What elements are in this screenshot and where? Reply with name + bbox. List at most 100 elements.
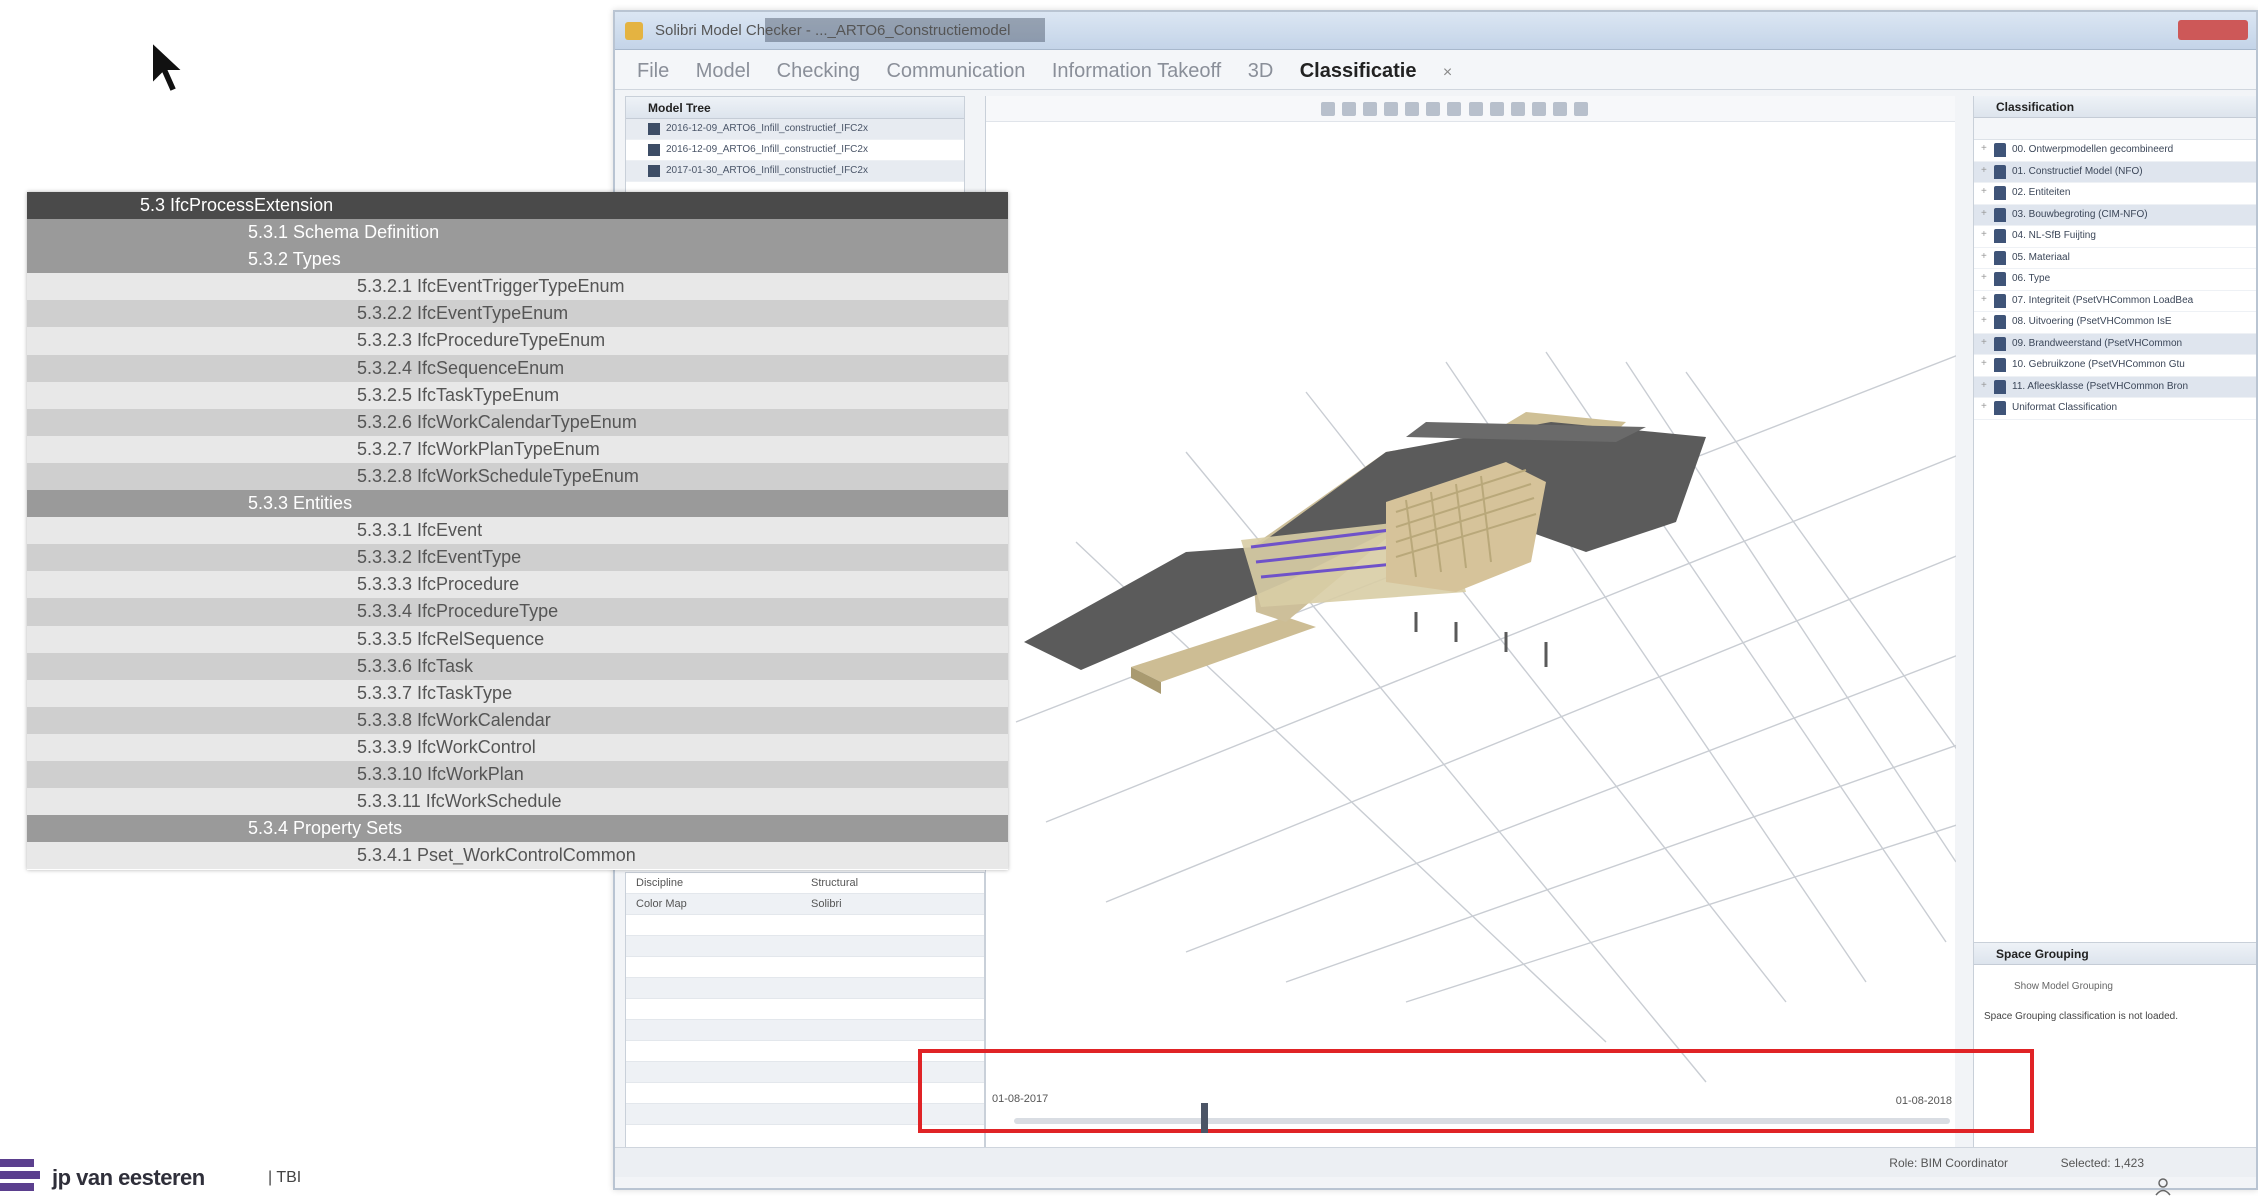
ifc-table-row: 5.3.3.9 IfcWorkControl <box>27 733 1008 761</box>
model-tree-header: Model Tree <box>626 97 964 119</box>
ifc-table-row-text: 5.3.3.3 IfcProcedure <box>357 574 520 595</box>
ifc-table-row-text: 5.3.1 Schema Definition <box>248 222 440 243</box>
ifc-table-row-text: 5.3.4.1 Pset_WorkControlCommon <box>357 845 636 866</box>
ifc-table-row-text: 5.3.2.2 IfcEventTypeEnum <box>357 303 569 324</box>
classification-item[interactable]: +04. NL-SfB Fuijting <box>1974 226 2256 248</box>
ifc-table-row: 5.3.2.7 IfcWorkPlanTypeEnum <box>27 435 1008 463</box>
expand-icon[interactable]: + <box>1981 315 1987 326</box>
classification-item[interactable]: +06. Type <box>1974 269 2256 291</box>
expand-icon[interactable]: + <box>1981 294 1987 305</box>
window-close-button[interactable] <box>2178 20 2248 40</box>
view-side-icon[interactable] <box>1405 102 1420 116</box>
select-tool-icon[interactable] <box>1321 102 1336 116</box>
classification-item[interactable]: +00. Ontwerpmodellen gecombineerd <box>1974 140 2256 162</box>
ifc-table-row-text: 5.3.2.5 IfcTaskTypeEnum <box>357 384 560 405</box>
menu-communication[interactable]: Communication <box>886 60 1025 83</box>
expand-icon[interactable]: + <box>1981 143 1987 154</box>
ifc-table-row-text: 5.3.2.7 IfcWorkPlanTypeEnum <box>357 438 600 459</box>
classification-item-label: 08. Uitvoering (PsetVHCommon IsE <box>2012 316 2172 327</box>
classification-item[interactable]: +02. Entiteiten <box>1974 183 2256 205</box>
hide-icon[interactable] <box>1552 102 1567 116</box>
classification-toolbar <box>1974 118 2256 140</box>
classification-item[interactable]: +05. Materiaal <box>1974 248 2256 269</box>
expand-icon[interactable]: + <box>1981 208 1987 219</box>
tab-close-icon[interactable]: × <box>1443 64 1452 82</box>
menu-file[interactable]: File <box>637 60 669 83</box>
expand-icon[interactable]: + <box>1981 251 1987 262</box>
3d-viewer[interactable] <box>985 96 1956 1176</box>
classification-item-label: 10. Gebruikzone (PsetVHCommon Gtu <box>2012 359 2185 370</box>
model-file-icon <box>648 144 660 156</box>
ifc-table-row-text: 5.3.3.9 IfcWorkControl <box>357 736 536 757</box>
settings-icon[interactable] <box>1573 102 1588 116</box>
classification-item-label: 07. Integriteit (PsetVHCommon LoadBea <box>2012 294 2194 306</box>
ifc-table-row: 5.3.3.6 IfcTask <box>27 652 1008 680</box>
classification-item[interactable]: +11. Afleesklasse (PsetVHCommon Bron <box>1974 376 2256 398</box>
timeline-slider-handle[interactable] <box>1201 1103 1209 1133</box>
model-tree-item[interactable]: 2017-01-30_ARTO6_Infill_constructief_IFC… <box>626 161 964 182</box>
ifc-table-row-text: 5.3.3.4 IfcProcedureType <box>357 601 559 622</box>
menu-classificatie[interactable]: Classificatie <box>1300 60 1417 83</box>
spin-tool-icon[interactable] <box>1342 102 1357 116</box>
menu-model[interactable]: Model <box>696 60 750 83</box>
classification-item-label: 01. Constructief Model (NFO) <box>2012 165 2143 177</box>
menu-information-takeoff[interactable]: Information Takeoff <box>1052 60 1221 83</box>
classification-icon <box>1994 401 2006 415</box>
expand-icon[interactable]: + <box>1981 358 1987 369</box>
classification-icon <box>1994 358 2006 372</box>
show-model-grouping-checkbox[interactable]: Show Model Grouping <box>2014 981 2113 992</box>
expand-icon[interactable]: + <box>1981 229 1987 240</box>
expand-icon[interactable]: + <box>1981 337 1987 348</box>
expand-icon[interactable]: + <box>1981 380 1987 391</box>
classification-icon <box>1994 379 2006 394</box>
ifc-table-row: 5.3.3.2 IfcEventType <box>27 544 1008 572</box>
classification-item-label: 06. Type <box>2012 273 2051 284</box>
ifc-table-row: 5.3.2.5 IfcTaskTypeEnum <box>27 381 1008 409</box>
zoom-in-icon[interactable] <box>1447 102 1462 116</box>
expand-icon[interactable]: + <box>1981 165 1987 176</box>
classification-icon <box>1994 143 2006 157</box>
classification-item-label: Uniformat Classification <box>2012 402 2118 413</box>
ifc-table-row: 5.3 IfcProcessExtension <box>27 192 1008 220</box>
model-tree-item[interactable]: 2016-12-09_ARTO6_Infill_constructief_IFC… <box>626 140 964 161</box>
classification-item[interactable]: +08. Uitvoering (PsetVHCommon IsE <box>1974 312 2256 334</box>
classification-item[interactable]: +01. Constructief Model (NFO) <box>1974 161 2256 183</box>
expand-icon[interactable]: + <box>1981 401 1987 412</box>
classification-icon <box>1994 336 2006 351</box>
zoom-out-icon[interactable] <box>1468 102 1483 116</box>
classification-item[interactable]: +07. Integriteit (PsetVHCommon LoadBea <box>1974 291 2256 312</box>
viewer-toolbar <box>986 96 1955 122</box>
classification-icon <box>1994 229 2006 243</box>
ifc-table-row: 5.3.1 Schema Definition <box>27 219 1008 247</box>
classification-item[interactable]: + Uniformat Classification <box>1974 398 2256 420</box>
classification-item[interactable]: +10. Gebruikzone (PsetVHCommon Gtu <box>1974 355 2256 377</box>
ifc-table-row-text: 5.3 IfcProcessExtension <box>140 195 334 215</box>
menu-checking[interactable]: Checking <box>777 60 860 83</box>
timeline-track[interactable] <box>1014 1118 1950 1124</box>
ifc-table-row-text: 5.3.3.6 IfcTask <box>357 655 474 676</box>
expand-icon[interactable]: + <box>1981 272 1987 283</box>
section-icon[interactable] <box>1531 102 1546 116</box>
ifc-table-row: 5.3.2.4 IfcSequenceEnum <box>27 354 1008 382</box>
timeline-slider-highlight: 01-08-2017 01-08-2018 <box>918 1049 2034 1133</box>
classification-item[interactable]: +09. Brandweerstand (PsetVHCommon <box>1974 333 2256 355</box>
classification-item-label: 09. Brandweerstand (PsetVHCommon <box>2012 337 2183 349</box>
zoom-extents-icon[interactable] <box>1489 102 1504 116</box>
measure-icon[interactable] <box>1510 102 1525 116</box>
info-tool-icon[interactable] <box>1363 102 1378 116</box>
ifc-table-row-text: 5.3.3.2 IfcEventType <box>357 547 522 568</box>
expand-icon[interactable]: + <box>1981 186 1987 197</box>
view-front-icon[interactable] <box>1384 102 1399 116</box>
view-top-icon[interactable] <box>1426 102 1441 116</box>
property-row: Discipline Structural <box>626 873 984 894</box>
person-icon <box>2155 1178 2171 1196</box>
model-tree-item[interactable]: 2016-12-09_ARTO6_Infill_constructief_IFC… <box>626 119 964 140</box>
classification-item[interactable]: +03. Bouwbegroting (CIM-NFO) <box>1974 204 2256 226</box>
ifc-table-row: 5.3.3.7 IfcTaskType <box>27 679 1008 707</box>
ifc-table-row: 5.3.4.1 Pset_WorkControlCommon <box>27 842 1008 870</box>
menu-3d[interactable]: 3D <box>1248 60 1274 83</box>
status-role: Role: BIM Coordinator <box>1889 1156 2008 1170</box>
building-3d-model[interactable] <box>986 122 1956 1152</box>
space-grouping-header: Space Grouping <box>1974 943 2256 965</box>
ifc-table-row: 5.3.2.8 IfcWorkScheduleTypeEnum <box>27 462 1008 491</box>
